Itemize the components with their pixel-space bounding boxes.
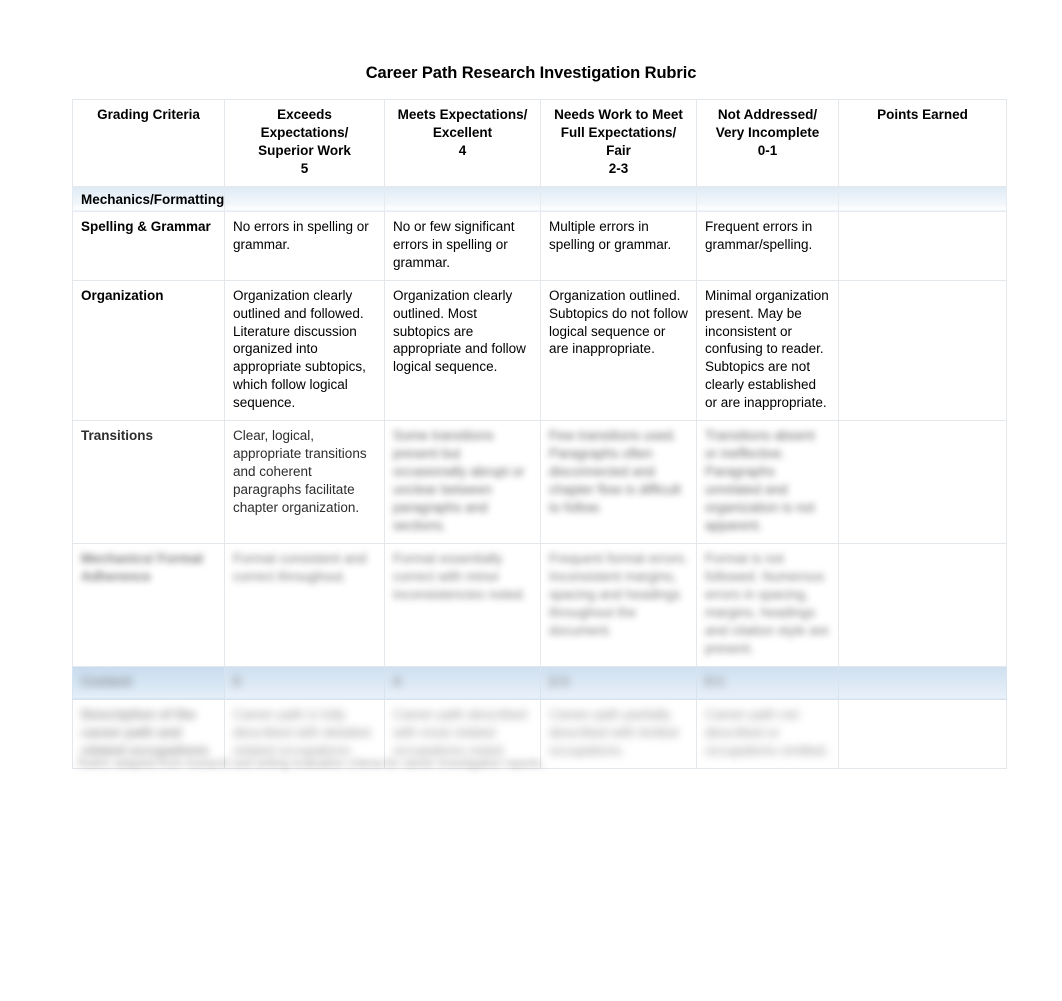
cell-text: 2-3 <box>549 673 569 689</box>
header-line: Excellent <box>432 124 493 140</box>
cell-needs-work: Few transitions used. Paragraphs often d… <box>540 420 697 545</box>
header-row: Grading Criteria Exceeds Expectations/ S… <box>72 99 1007 187</box>
cell-text: 5 <box>233 673 241 689</box>
cell-points-earned[interactable] <box>838 279 1007 422</box>
cell-text: Format consistent and correct throughout… <box>233 551 367 584</box>
cell-text: 0-1 <box>705 673 725 689</box>
header-line: Exceeds Expectations/ <box>260 107 349 140</box>
cell-text: Description of the career path and relat… <box>81 706 209 758</box>
section-label-mechanics-formatting: Mechanics/Formatting <box>72 185 225 212</box>
table-row: Mechanics/ Format Adherence Format consi… <box>72 543 1007 667</box>
section-header-row: Mechanics/Formatting <box>72 185 1007 212</box>
scale-value-points <box>838 665 1007 700</box>
cell-text: Career path partially described with lim… <box>549 706 679 758</box>
cell-meets: Format essentially correct with minor in… <box>384 543 541 667</box>
column-header-grading-criteria: Grading Criteria <box>72 99 225 187</box>
scale-label-content: Content <box>72 665 225 700</box>
cell-meets: Organization clearly outlined. Most subt… <box>384 279 541 422</box>
header-line: Needs Work to Meet <box>554 107 683 122</box>
cell-exceeds: Format consistent and correct throughout… <box>224 543 385 667</box>
section-spacer <box>540 185 697 212</box>
cell-exceeds: Organization clearly outlined and follow… <box>224 279 385 422</box>
criteria-organization: Organization <box>72 279 225 422</box>
cell-text: No or few significant errors in spelling… <box>393 218 515 270</box>
section-spacer <box>384 185 541 212</box>
cell-text: No errors in spelling or grammar. <box>233 218 369 252</box>
scale-value-needs-work: 2-3 <box>540 665 697 700</box>
cell-text: Career path not described or occupations… <box>705 706 829 758</box>
cell-meets: Some transitions present but occasionall… <box>384 420 541 545</box>
section-scale-row: Content 5 4 2-3 0-1 <box>72 665 1007 700</box>
header-score: 4 <box>458 142 467 158</box>
page-title: Career Path Research Investigation Rubri… <box>365 64 697 82</box>
cell-text: Format essentially correct with minor in… <box>393 551 526 602</box>
column-header-not-addressed: Not Addressed/ Very Incomplete 0-1 <box>696 99 839 187</box>
cell-meets: No or few significant errors in spelling… <box>384 210 541 281</box>
header-line: Not Addressed/ <box>717 107 818 122</box>
cell-not-addressed: Career path not described or occupations… <box>696 698 839 769</box>
header-score: 2-3 <box>608 160 629 176</box>
cell-text: Some transitions present but occasionall… <box>393 428 525 534</box>
column-header-exceeds-expectations: Exceeds Expectations/ Superior Work 5 <box>224 99 385 187</box>
cell-text: Multiple errors in spelling or grammar. <box>549 218 672 252</box>
cell-exceeds: Clear, logical, appropriate transitions … <box>224 420 385 545</box>
cell-needs-work: Frequent format errors. Inconsistent mar… <box>540 543 697 667</box>
header-line: Points Earned <box>877 107 968 122</box>
column-header-points-earned: Points Earned <box>838 99 1007 187</box>
rubric-table: Grading Criteria Exceeds Expectations/ S… <box>72 99 1007 769</box>
footnote: Rubric adapted from research and writing… <box>78 758 544 770</box>
header-score: 5 <box>300 160 309 176</box>
table-row: Organization Organization clearly outlin… <box>72 279 1007 422</box>
cell-points-earned[interactable] <box>838 210 1007 281</box>
criteria-mechanics-format: Mechanics/ Format Adherence <box>72 543 225 667</box>
cell-needs-work: Organization outlined. Subtopics do not … <box>540 279 697 422</box>
cell-text: Organization clearly outlined and follow… <box>233 287 366 411</box>
section-spacer <box>696 185 839 212</box>
column-header-meets-expectations: Meets Expectations/ Excellent 4 <box>384 99 541 187</box>
criteria-transitions: Transitions <box>72 420 225 545</box>
section-spacer <box>224 185 385 212</box>
scale-value-not-addressed: 0-1 <box>696 665 839 700</box>
table-row: Spelling & Grammar No errors in spelling… <box>72 210 1007 281</box>
cell-points-earned[interactable] <box>838 543 1007 667</box>
cell-text: Content <box>81 673 132 689</box>
header-score: 0-1 <box>757 142 778 158</box>
header-line: Full Expectations/ Fair <box>560 124 677 158</box>
section-spacer <box>838 185 1007 212</box>
cell-not-addressed: Format is not followed. Numerous errors … <box>696 543 839 667</box>
header-line: Grading Criteria <box>97 107 200 122</box>
cell-text: Frequent errors in grammar/spelling. <box>705 218 813 252</box>
cell-exceeds: No errors in spelling or grammar. <box>224 210 385 281</box>
scale-value-meets: 4 <box>384 665 541 700</box>
cell-text: Career path described with most related … <box>393 706 527 758</box>
cell-text: Organization outlined. Subtopics do not … <box>549 287 688 357</box>
cell-needs-work: Multiple errors in spelling or grammar. <box>540 210 697 281</box>
column-header-needs-work: Needs Work to Meet Full Expectations/ Fa… <box>540 99 697 187</box>
header-line: Superior Work <box>258 142 351 158</box>
cell-text: Organization clearly outlined. Most subt… <box>393 287 526 375</box>
cell-text: Career path is fully described with deta… <box>233 706 371 758</box>
table-header: Grading Criteria Exceeds Expectations/ S… <box>72 99 1007 187</box>
cell-text: Minimal organization present. May be inc… <box>705 287 829 411</box>
cell-not-addressed: Transitions absent or ineffective. Parag… <box>696 420 839 545</box>
cell-not-addressed: Frequent errors in grammar/spelling. <box>696 210 839 281</box>
criteria-spelling-grammar: Spelling & Grammar <box>72 210 225 281</box>
cell-text: Frequent format errors. Inconsistent mar… <box>549 551 688 638</box>
cell-text: Format is not followed. Numerous errors … <box>705 551 829 656</box>
header-line: Meets Expectations/ <box>397 107 528 122</box>
cell-text: 4 <box>393 673 401 689</box>
cell-text: Clear, logical, appropriate transitions … <box>233 428 367 516</box>
cell-points-earned[interactable] <box>838 420 1007 545</box>
table-body: Mechanics/Formatting Spelling & Grammar … <box>72 185 1007 769</box>
cell-not-addressed: Minimal organization present. May be inc… <box>696 279 839 422</box>
header-line: Very Incomplete <box>715 124 820 140</box>
cell-points-earned[interactable] <box>838 698 1007 769</box>
table-row: Transitions Clear, logical, appropriate … <box>72 420 1007 545</box>
cell-text: Transitions absent or ineffective. Parag… <box>705 428 815 534</box>
scale-value-exceeds: 5 <box>224 665 385 700</box>
document-page: Career Path Research Investigation Rubri… <box>0 0 1062 1001</box>
cell-text: Mechanics/ Format Adherence <box>81 551 204 584</box>
cell-text: Few transitions used. Paragraphs often d… <box>549 428 681 516</box>
